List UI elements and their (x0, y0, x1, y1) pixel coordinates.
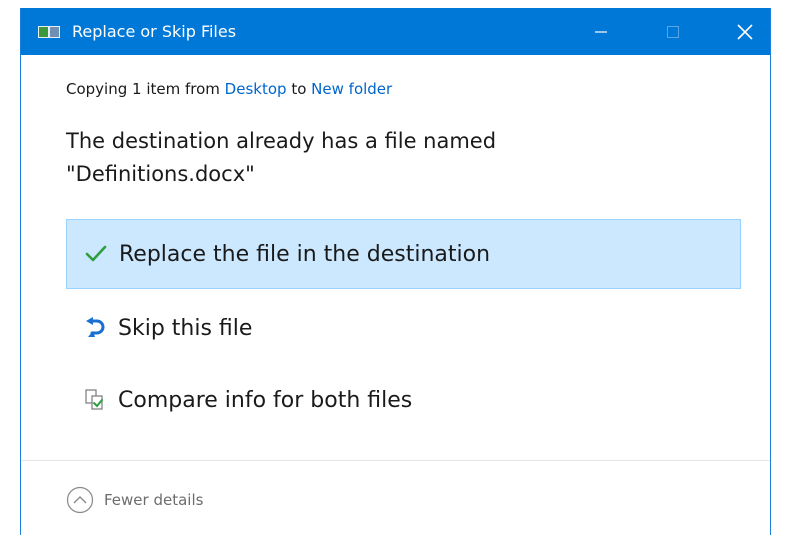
skip-file-option[interactable]: Skip this file (66, 293, 741, 363)
compare-files-icon (82, 387, 108, 413)
maximize-icon (667, 25, 679, 38)
replace-file-option[interactable]: Replace the file in the destination (66, 219, 741, 289)
title-bar[interactable]: Replace or Skip Files (21, 8, 770, 55)
conflict-message-line1: The destination already has a file named (66, 129, 497, 153)
compare-files-label: Compare info for both files (118, 387, 413, 413)
fewer-details-label: Fewer details (104, 491, 204, 509)
destination-link[interactable]: New folder (311, 80, 392, 98)
chevron-up-circle-icon (66, 486, 94, 514)
check-icon (83, 241, 109, 267)
minimize-icon (595, 30, 607, 33)
conflict-message: The destination already has a file named… (66, 125, 706, 191)
copy-app-icon (38, 26, 60, 38)
skip-arrow-icon (82, 315, 108, 341)
conflict-filename: "Definitions.docx" (66, 162, 255, 186)
replace-file-label: Replace the file in the destination (119, 241, 491, 267)
fewer-details-toggle[interactable]: Fewer details (66, 486, 203, 514)
source-link[interactable]: Desktop (225, 80, 287, 98)
copying-connector: to (291, 80, 307, 98)
close-icon (737, 23, 753, 40)
replace-skip-dialog: Replace or Skip Files Copying 1 item fro… (20, 8, 771, 535)
skip-file-label: Skip this file (118, 315, 253, 341)
compare-files-option[interactable]: Compare info for both files (66, 365, 741, 435)
minimize-button[interactable] (578, 8, 624, 55)
close-button[interactable] (722, 8, 768, 55)
copying-prefix: Copying 1 item from (66, 80, 220, 98)
maximize-button[interactable] (650, 8, 696, 55)
copying-status: Copying 1 item from Desktop to New folde… (66, 80, 392, 98)
window-title: Replace or Skip Files (72, 22, 237, 41)
dialog-footer: Fewer details (21, 461, 770, 535)
dialog-content: Copying 1 item from Desktop to New folde… (21, 55, 770, 535)
